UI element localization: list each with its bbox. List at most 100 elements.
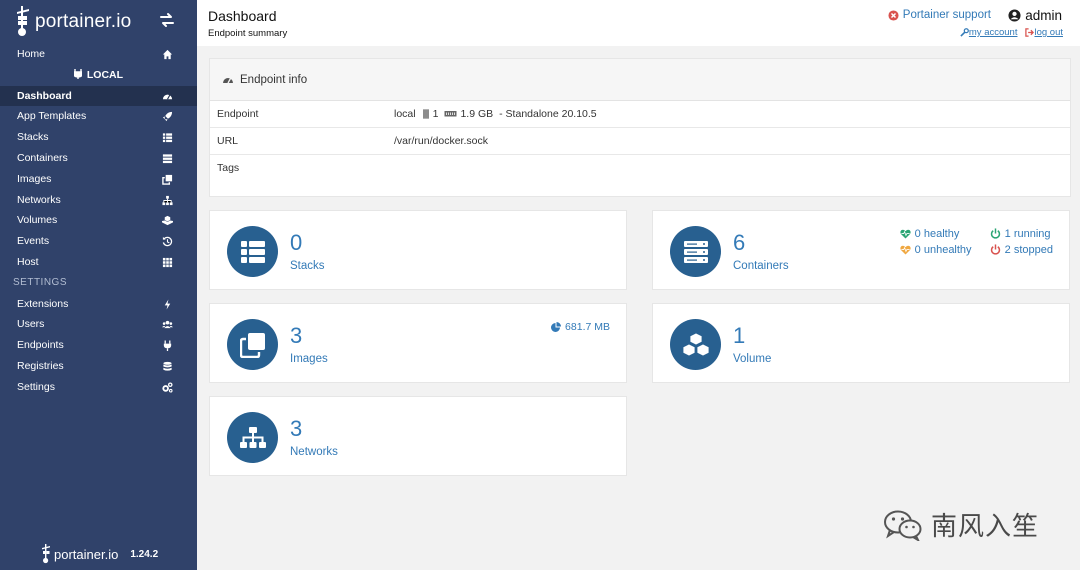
support-link[interactable]: Portainer support [888, 9, 991, 21]
sidebar-item-host[interactable]: Host [0, 252, 197, 273]
container-status-row: 0 unhealthy 2 stopped [900, 243, 1053, 256]
user-menu[interactable]: admin [1008, 8, 1062, 23]
sidebar: portainer.io Home LOCAL Dashboard App Te… [0, 0, 197, 570]
sidebar-item-home[interactable]: Home [0, 44, 197, 65]
history-icon [162, 236, 173, 247]
sitemap-icon [239, 426, 266, 448]
log-out-label: log out [1034, 27, 1063, 38]
networks-tile[interactable]: 3 Networks [209, 396, 627, 476]
containers-label: Containers [733, 260, 789, 272]
page-title: Dashboard [208, 8, 277, 24]
my-account-label: my account [968, 27, 1018, 38]
database-icon [163, 361, 172, 371]
username: admin [1025, 8, 1062, 23]
cogs-icon [162, 382, 173, 393]
th-icon [162, 257, 173, 268]
volume-tile[interactable]: 1 Volume [652, 303, 1070, 383]
sidebar-item-settings[interactable]: Settings [0, 377, 197, 398]
portainer-logo[interactable]: portainer.io [16, 6, 131, 38]
plug-icon [163, 340, 172, 352]
footer-brand-name: portainer.io [54, 546, 119, 562]
sidebar-item-users[interactable]: Users [0, 314, 197, 335]
th-list-icon [240, 240, 265, 263]
sidebar-item-images[interactable]: Images [0, 169, 197, 190]
log-out-link[interactable]: log out [1025, 27, 1063, 38]
healthy-status: 0 healthy [900, 227, 990, 240]
sidebar-item-dashboard[interactable]: Dashboard [0, 85, 197, 107]
power-off-icon [990, 228, 1000, 239]
volume-count: 1 [733, 323, 746, 348]
endpoint-mode: - Standalone 20.10.5 [499, 108, 597, 120]
sidebar-item-label: Events [17, 235, 50, 248]
stacks-label: Stacks [290, 260, 325, 272]
sidebar-item-registries[interactable]: Registries [0, 356, 197, 377]
version-label: 1.24.2 [130, 548, 159, 560]
sidebar-item-extensions[interactable]: Extensions [0, 294, 197, 315]
sidebar-item-label: Registries [17, 359, 64, 372]
user-circle-icon [1008, 9, 1021, 22]
endpoint-info-widget: Endpoint info Endpoint local 1 1.9 GB - … [209, 58, 1071, 197]
containers-count: 6 [733, 230, 746, 255]
wrench-icon [960, 28, 969, 37]
switch-icon[interactable] [159, 12, 175, 28]
server-icon [683, 240, 708, 263]
images-count: 3 [290, 323, 303, 348]
sidebar-item-containers[interactable]: Containers [0, 148, 197, 169]
networks-count: 3 [290, 416, 303, 441]
support-label: Portainer support [902, 9, 991, 21]
my-account-link[interactable]: my account [960, 27, 1018, 38]
clone-icon [162, 174, 173, 185]
account-links: my account log out [952, 27, 1063, 38]
sidebar-brand: portainer.io [0, 0, 197, 44]
portainer-logo-icon [17, 6, 29, 36]
endpoint-info-title: Endpoint info [240, 73, 308, 86]
endpoint-tag-local: LOCAL [0, 65, 197, 86]
sidebar-item-networks[interactable]: Networks [0, 190, 197, 211]
heartbeat-icon [900, 229, 911, 239]
images-tile-icon-circle [227, 319, 278, 370]
watermark: 南风入笙 [883, 506, 1039, 543]
page-header: Dashboard Endpoint summary Portainer sup… [197, 0, 1080, 46]
sidebar-footer: portainer.io 1.24.2 [42, 544, 158, 564]
cpu-count-value: 1 [432, 108, 439, 120]
endpoint-info-header: Endpoint info [210, 59, 1070, 101]
sidebar-item-events[interactable]: Events [0, 231, 197, 252]
power-off-icon [990, 244, 1000, 255]
support-icon [888, 9, 899, 21]
stopped-count: 2 stopped [1004, 243, 1053, 256]
stacks-tile-icon-circle [227, 226, 278, 277]
networks-label: Networks [290, 446, 338, 458]
containers-tile[interactable]: 6 Containers 0 healthy 1 running 0 unhea… [652, 210, 1070, 290]
heartbeat-icon [900, 245, 911, 255]
volume-tile-icon-circle [670, 319, 721, 370]
sidebar-item-label: Home [17, 48, 46, 60]
page-subtitle: Endpoint summary [208, 28, 288, 39]
sitemap-icon [162, 195, 173, 205]
sidebar-item-label: Users [17, 318, 45, 331]
sidebar-item-stacks[interactable]: Stacks [0, 127, 197, 148]
endpoint-tag-label: LOCAL [86, 68, 124, 81]
stacks-tile[interactable]: 0 Stacks [209, 210, 627, 290]
container-status-row: 0 healthy 1 running [900, 227, 1053, 240]
stacks-count: 0 [290, 230, 303, 255]
sidebar-item-label: Extensions [17, 297, 69, 310]
info-key: Tags [217, 162, 240, 174]
sidebar-item-label: Dashboard [17, 89, 72, 102]
images-tile[interactable]: 3 Images 681.7 MB [209, 303, 627, 383]
info-value: /var/run/docker.sock [394, 135, 488, 147]
sidebar-item-app-templates[interactable]: App Templates [0, 106, 197, 127]
tachometer-icon [223, 78, 233, 84]
running-count: 1 running [1004, 227, 1051, 240]
cubes-icon [682, 332, 709, 356]
cpu-count: 1 [421, 108, 439, 120]
watermark-text: 南风入笙 [931, 512, 1040, 542]
memory-size: 1.9 GB [444, 108, 493, 120]
images-size: 681.7 MB [551, 321, 610, 333]
sidebar-item-volumes[interactable]: Volumes [0, 210, 197, 231]
sidebar-item-label: Images [17, 172, 52, 185]
sidebar-item-label: Containers [17, 151, 68, 164]
tachometer-icon [162, 94, 173, 100]
sidebar-item-endpoints[interactable]: Endpoints [0, 335, 197, 356]
info-row-tags: Tags [210, 155, 1070, 182]
bolt-icon [164, 299, 171, 310]
